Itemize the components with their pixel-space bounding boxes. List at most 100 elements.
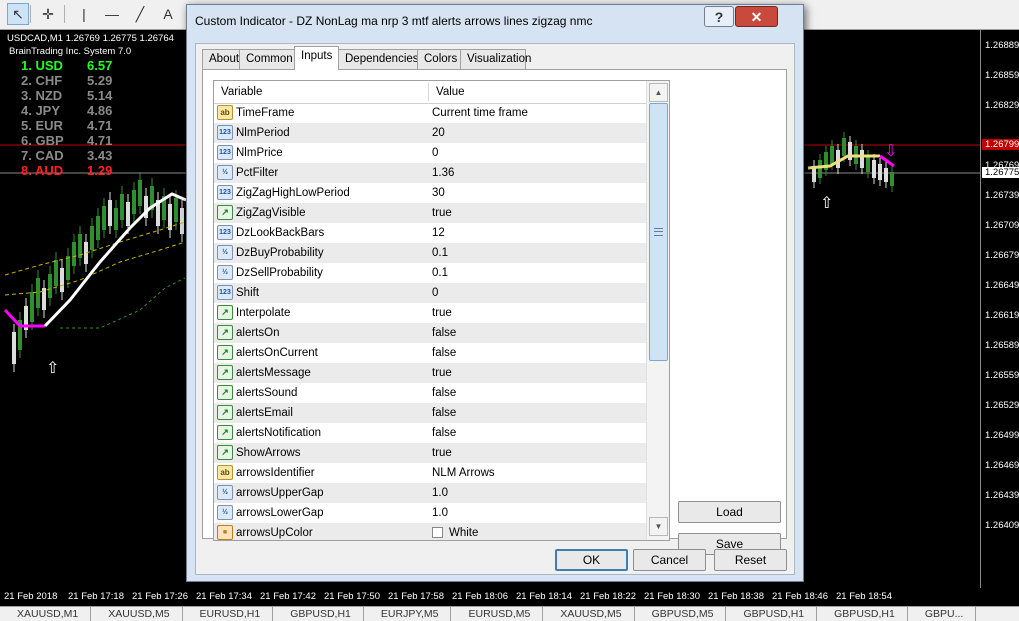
text-tool-icon[interactable]: A <box>157 3 179 25</box>
price-tick-label: 1.26589 <box>985 340 1019 351</box>
chart-tab[interactable]: EURUSD,M5 <box>451 607 544 621</box>
param-row[interactable]: ½ DzBuyProbability 0.1 <box>214 243 646 263</box>
param-row[interactable]: ↗ alertsEmail false <box>214 403 646 423</box>
param-row[interactable]: ½ arrowsLowerGap 1.0 <box>214 503 646 523</box>
crosshair-icon[interactable]: ✛ <box>37 3 59 25</box>
chart-tab[interactable]: XAUUSD,M5 <box>543 607 635 621</box>
param-value[interactable]: 30 <box>432 187 445 199</box>
param-name: DzSellProbability <box>236 267 323 279</box>
param-value[interactable]: true <box>432 447 452 459</box>
chart-tab[interactable]: GBPUSD,M5 <box>635 607 727 621</box>
trendline-icon[interactable]: ╱ <box>129 3 151 25</box>
color-swatch[interactable] <box>432 527 443 538</box>
param-value[interactable]: true <box>432 207 452 219</box>
param-value[interactable]: 1.36 <box>432 167 454 179</box>
param-row[interactable]: ↗ Interpolate true <box>214 303 646 323</box>
param-value[interactable]: false <box>432 327 456 339</box>
param-row[interactable]: ↗ alertsMessage true <box>214 363 646 383</box>
tab-common[interactable]: Common <box>239 49 295 69</box>
param-value[interactable]: 1.0 <box>432 507 448 519</box>
param-value[interactable]: false <box>432 387 456 399</box>
column-value[interactable]: Value <box>436 86 465 98</box>
chart-tab[interactable]: XAUUSD,M5 <box>91 607 183 621</box>
param-value[interactable]: White <box>449 527 478 539</box>
param-row[interactable]: 123 NlmPrice 0 <box>214 143 646 163</box>
param-row[interactable]: ↗ alertsNotification false <box>214 423 646 443</box>
param-value[interactable]: 1.0 <box>432 487 448 499</box>
ok-button[interactable]: OK <box>555 549 628 571</box>
scroll-down-icon[interactable]: ▼ <box>649 517 668 536</box>
chart-tab[interactable]: EURJPY,M5 <box>364 607 452 621</box>
candle-body <box>90 226 94 250</box>
close-button[interactable]: ✕ <box>735 6 778 27</box>
param-row[interactable]: ab arrowsIdentifier NLM Arrows <box>214 463 646 483</box>
candle-body <box>30 292 34 322</box>
scroll-thumb[interactable] <box>649 103 668 361</box>
param-value[interactable]: 0 <box>432 147 438 159</box>
tab-about[interactable]: About <box>202 49 240 69</box>
param-value[interactable]: 12 <box>432 227 445 239</box>
param-value[interactable]: false <box>432 347 456 359</box>
param-value[interactable]: true <box>432 307 452 319</box>
candle-body <box>126 202 130 226</box>
cancel-button[interactable]: Cancel <box>633 549 706 571</box>
param-row[interactable]: 123 NlmPeriod 20 <box>214 123 646 143</box>
integer-type-icon: 123 <box>217 145 233 160</box>
double-type-icon: ½ <box>217 245 233 260</box>
param-row[interactable]: 123 Shift 0 <box>214 283 646 303</box>
param-row[interactable]: ½ PctFilter 1.36 <box>214 163 646 183</box>
candle-body <box>842 138 846 156</box>
price-tag-current: 1.26775 <box>982 167 1019 178</box>
chart-tab[interactable]: GBPUSD,H1 <box>273 607 364 621</box>
chart-tab[interactable]: EURUSD,H1 <box>183 607 274 621</box>
param-row[interactable]: 123 ZigZagHighLowPeriod 30 <box>214 183 646 203</box>
param-row[interactable]: ab TimeFrame Current time frame <box>214 103 646 123</box>
chart-tab[interactable]: GBPUSD,H1 <box>726 607 818 621</box>
param-value[interactable]: 0 <box>432 287 438 299</box>
param-row[interactable]: 123 DzLookBackBars 12 <box>214 223 646 243</box>
price-tick-label: 1.26649 <box>985 280 1019 291</box>
scroll-up-icon[interactable]: ▲ <box>649 83 668 102</box>
strength-currency: 7. CAD <box>21 148 64 163</box>
chart-tab[interactable]: XAUUSD,M1 <box>0 607 92 621</box>
chart-tab[interactable]: GBPU... <box>908 607 977 621</box>
param-value[interactable]: 0.1 <box>432 247 448 259</box>
param-row[interactable]: ↗ alertsOn false <box>214 323 646 343</box>
chart-tab[interactable]: GBPUSD,H1 <box>817 607 908 621</box>
column-variable[interactable]: Variable <box>221 86 262 98</box>
param-row[interactable]: ↗ ShowArrows true <box>214 443 646 463</box>
param-name: DzLookBackBars <box>236 227 325 239</box>
candle-body <box>180 208 184 234</box>
dialog-title: Custom Indicator - DZ NonLag ma nrp 3 mt… <box>195 14 593 28</box>
tab-inputs[interactable]: Inputs <box>294 46 339 70</box>
tab-visualization[interactable]: Visualization <box>460 49 531 69</box>
grid-scrollbar[interactable]: ▲ ▼ <box>646 81 669 540</box>
param-row[interactable]: ↗ ZigZagVisible true <box>214 203 646 223</box>
candle-body <box>836 150 840 168</box>
vertical-line-icon[interactable]: | <box>73 3 95 25</box>
tab-dependencies[interactable]: Dependencies <box>338 49 419 69</box>
help-button[interactable]: ? <box>704 6 734 27</box>
param-value[interactable]: true <box>432 367 452 379</box>
param-value[interactable]: 20 <box>432 127 445 139</box>
param-value[interactable]: false <box>432 407 456 419</box>
reset-button[interactable]: Reset <box>714 549 787 571</box>
param-value[interactable]: Current time frame <box>432 107 528 119</box>
param-row[interactable]: ½ arrowsUpperGap 1.0 <box>214 483 646 503</box>
time-tick-label: 21 Feb 18:54 <box>836 591 892 602</box>
param-row[interactable]: ½ DzSellProbability 0.1 <box>214 263 646 283</box>
horizontal-line-icon[interactable]: — <box>101 3 123 25</box>
param-value[interactable]: false <box>432 427 456 439</box>
param-value[interactable]: NLM Arrows <box>432 467 495 479</box>
dialog-body: About Common Inputs Dependencies Colors Visua… <box>195 43 795 575</box>
param-name: NlmPrice <box>236 147 283 159</box>
param-value[interactable]: 0.1 <box>432 267 448 279</box>
bool-type-icon: ↗ <box>217 445 233 460</box>
time-tick-label: 21 Feb 18:46 <box>772 591 828 602</box>
param-row[interactable]: ↗ alertsSound false <box>214 383 646 403</box>
load-button[interactable]: Load <box>678 501 781 523</box>
tab-colors[interactable]: Colors <box>417 49 461 69</box>
param-row[interactable]: ↗ alertsOnCurrent false <box>214 343 646 363</box>
param-row[interactable]: ■ arrowsUpColor White <box>214 523 646 540</box>
cursor-icon[interactable]: ↖ <box>7 3 29 25</box>
